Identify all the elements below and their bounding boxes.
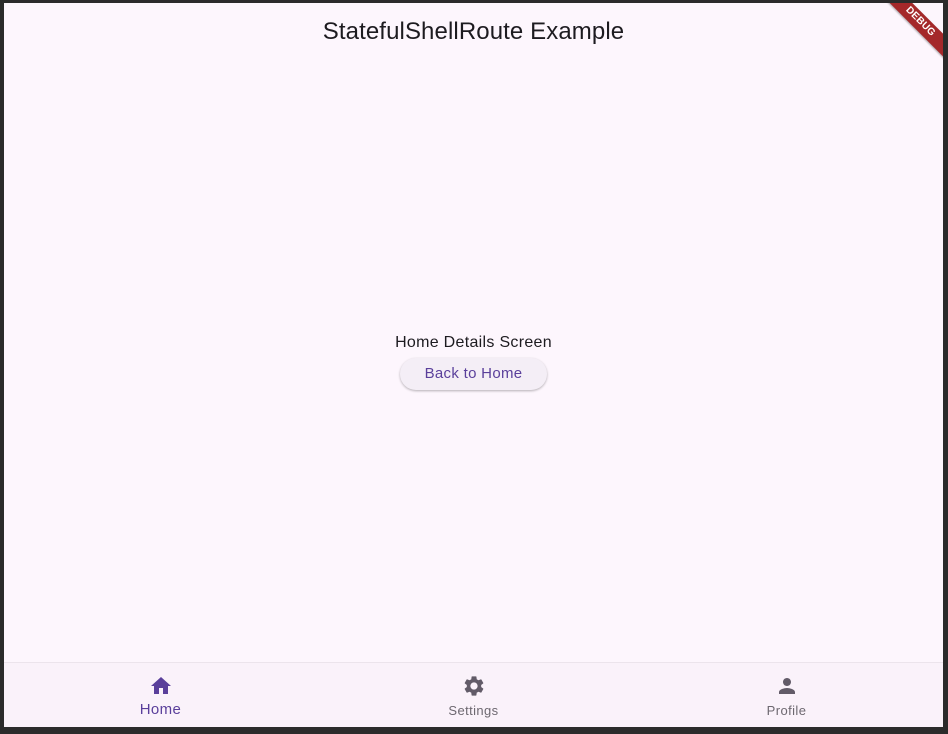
nav-label-settings: Settings [448, 703, 499, 718]
app-bar: StatefulShellRoute Example [4, 3, 943, 61]
person-icon [778, 678, 795, 694]
screen-label: Home Details Screen [395, 333, 552, 351]
home-icon [150, 677, 171, 694]
debug-ribbon-label: DEBUG [878, 3, 943, 64]
debug-banner: DEBUG [873, 3, 943, 73]
app-window: StatefulShellRoute Example Home Details … [4, 3, 943, 727]
gear-icon [464, 676, 483, 696]
back-to-home-button[interactable]: Back to Home [399, 357, 548, 390]
nav-label-profile: Profile [766, 703, 807, 718]
bottom-navigation-bar: Home Settings Profile [4, 662, 943, 727]
nav-item-profile[interactable]: Profile [630, 663, 943, 727]
home-details-body: Home Details Screen Back to Home [4, 61, 943, 662]
nav-item-settings[interactable]: Settings [317, 663, 630, 727]
app-title: StatefulShellRoute Example [322, 18, 625, 45]
nav-label-home: Home [139, 701, 182, 718]
nav-item-home[interactable]: Home [4, 663, 317, 727]
